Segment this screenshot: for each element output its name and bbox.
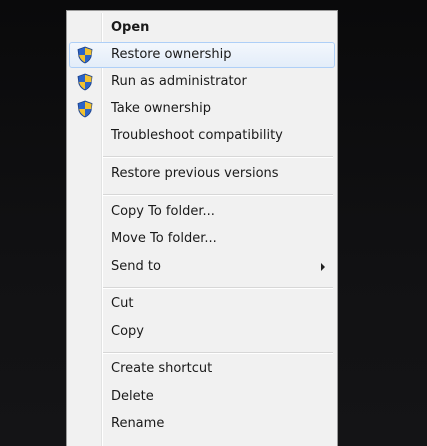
- menu-item-label: Create shortcut: [111, 361, 213, 376]
- context-menu: Open Restore ownership Run as administra…: [66, 10, 338, 446]
- chevron-right-icon: [321, 263, 325, 271]
- menu-separator: [103, 352, 333, 354]
- menu-item-label: Send to: [111, 259, 161, 274]
- menu-item-label: Restore ownership: [111, 47, 232, 62]
- uac-shield-icon: [77, 46, 93, 64]
- menu-item-label: Run as administrator: [111, 74, 247, 89]
- menu-item-send-to[interactable]: Send to: [69, 254, 335, 280]
- menu-item-open[interactable]: Open: [69, 15, 335, 41]
- uac-shield-icon: [77, 73, 93, 91]
- menu-item-label: Delete: [111, 389, 154, 404]
- menu-item-cut[interactable]: Cut: [69, 291, 335, 317]
- menu-item-label: Copy: [111, 324, 144, 339]
- menu-item-move-to-folder[interactable]: Move To folder...: [69, 226, 335, 252]
- menu-item-label: Troubleshoot compatibility: [111, 128, 283, 143]
- menu-item-create-shortcut[interactable]: Create shortcut: [69, 356, 335, 382]
- menu-item-label: Open: [111, 20, 150, 35]
- menu-item-run-as-administrator[interactable]: Run as administrator: [69, 69, 335, 95]
- menu-item-label: Take ownership: [111, 101, 211, 116]
- menu-item-rename[interactable]: Rename: [69, 411, 335, 437]
- menu-item-label: Restore previous versions: [111, 166, 279, 181]
- menu-item-delete[interactable]: Delete: [69, 384, 335, 410]
- menu-separator: [103, 287, 333, 289]
- menu-item-label: Move To folder...: [111, 231, 217, 246]
- menu-item-restore-ownership[interactable]: Restore ownership: [69, 42, 335, 68]
- menu-item-label: Cut: [111, 296, 134, 311]
- menu-item-label: Rename: [111, 416, 165, 431]
- menu-separator: [103, 156, 333, 158]
- menu-item-troubleshoot-compatibility[interactable]: Troubleshoot compatibility: [69, 123, 335, 149]
- uac-shield-icon: [77, 100, 93, 118]
- menu-item-copy[interactable]: Copy: [69, 319, 335, 345]
- menu-item-label: Copy To folder...: [111, 204, 215, 219]
- menu-item-restore-previous-versions[interactable]: Restore previous versions: [69, 161, 335, 187]
- menu-separator: [103, 194, 333, 196]
- menu-item-copy-to-folder[interactable]: Copy To folder...: [69, 199, 335, 225]
- menu-item-take-ownership[interactable]: Take ownership: [69, 96, 335, 122]
